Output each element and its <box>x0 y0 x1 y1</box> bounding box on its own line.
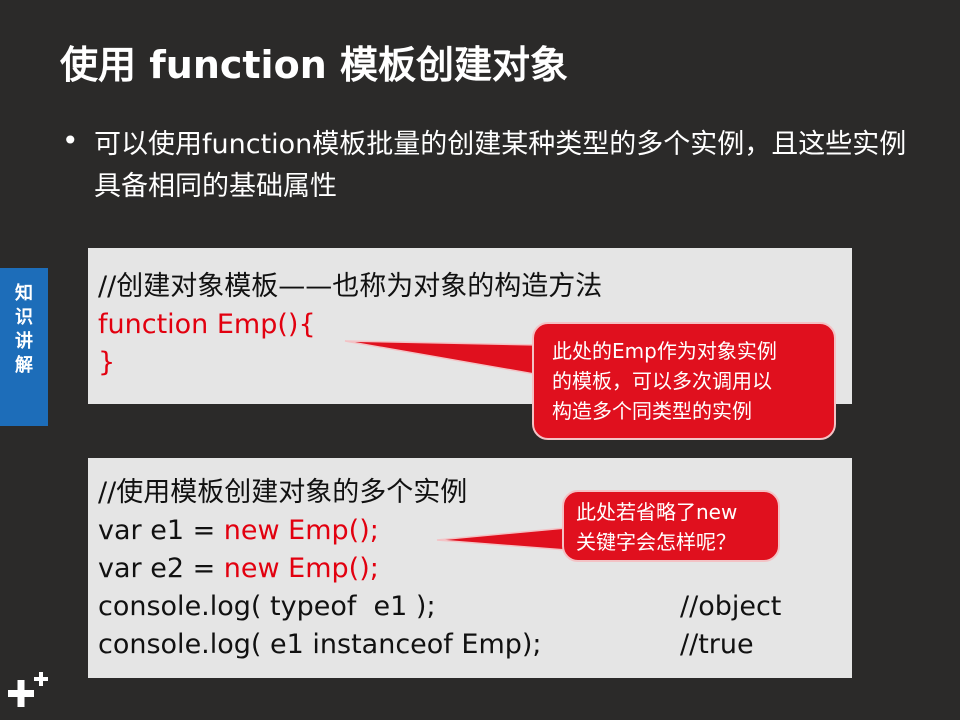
callout-line: 的模板，可以多次调用以 <box>552 369 772 393</box>
callout-line: 构造多个同类型的实例 <box>552 399 752 423</box>
callout-line: 此处若省略了new <box>576 500 738 524</box>
callout-2-pointer <box>436 527 567 551</box>
callout-new-keyword-note: 此处若省略了new 关键字会怎样呢？ <box>562 490 780 562</box>
plus-logo-icon <box>8 672 48 707</box>
callout-line: 此处的Emp作为对象实例 <box>552 339 777 363</box>
callout-1-pointer <box>344 340 541 376</box>
callout-line: 关键字会怎样呢？ <box>576 530 736 554</box>
callout-template-note: 此处的Emp作为对象实例 的模板，可以多次调用以 构造多个同类型的实例 <box>532 322 836 440</box>
